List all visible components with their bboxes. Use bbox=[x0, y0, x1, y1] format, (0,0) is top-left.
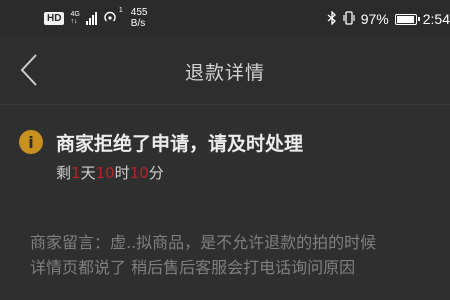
status-bar-right: 97% 2:54 bbox=[327, 9, 450, 29]
countdown: 剩1天10时10分 bbox=[56, 162, 164, 183]
status-bar: HD 4G ↑↓ 1 455 B/s 97% 2:54 bbox=[0, 0, 450, 36]
network-speed: 455 B/s bbox=[131, 7, 148, 29]
hotspot-count: 1 bbox=[118, 6, 123, 14]
countdown-minutes-unit: 分 bbox=[148, 164, 164, 182]
status-bar-left: HD 4G ↑↓ 1 455 B/s bbox=[44, 7, 147, 29]
battery-icon bbox=[394, 13, 420, 25]
countdown-hours: 10 bbox=[95, 164, 115, 182]
hotspot-icon: 1 bbox=[103, 7, 123, 27]
clock: 2:54 bbox=[422, 11, 450, 27]
merchant-message: 商家留言：虚..拟商品，是不允许退款的拍的时候 详情页都说了 稍后售后客服会打电… bbox=[30, 230, 450, 280]
countdown-minutes: 10 bbox=[129, 164, 149, 182]
signal-strength-icon bbox=[85, 11, 97, 25]
network-activity-arrows: ↑↓ bbox=[70, 18, 78, 25]
countdown-days-unit: 天 bbox=[80, 164, 96, 182]
warning-icon: i bbox=[19, 130, 43, 154]
countdown-days: 1 bbox=[71, 164, 81, 182]
refund-status-title: 商家拒绝了申请，请及时处理 bbox=[56, 133, 304, 155]
network-type: 4G ↑↓ bbox=[70, 11, 79, 25]
hd-badge: HD bbox=[44, 11, 65, 25]
bluetooth-icon bbox=[327, 9, 337, 28]
countdown-hours-unit: 时 bbox=[114, 164, 130, 182]
nav-divider bbox=[0, 104, 450, 105]
merchant-message-line-1: 商家留言：虚..拟商品，是不允许退款的拍的时候 bbox=[30, 233, 377, 252]
battery-fill bbox=[396, 15, 415, 23]
merchant-message-line-2: 详情页都说了 稍后售后客服会打电话询问原因 bbox=[30, 258, 356, 277]
page-title: 退款详情 bbox=[184, 62, 265, 84]
network-speed-value: 455 bbox=[130, 7, 148, 18]
network-speed-unit: B/s bbox=[130, 18, 146, 29]
refund-status-card: i 商家拒绝了申请，请及时处理 剩1天10时10分 bbox=[0, 112, 450, 198]
network-type-label: 4G bbox=[70, 11, 80, 18]
countdown-prefix: 剩 bbox=[56, 164, 72, 182]
battery-percent: 97% bbox=[360, 11, 389, 27]
vibrate-icon bbox=[343, 10, 355, 28]
nav-bar: 退款详情 bbox=[0, 36, 450, 104]
